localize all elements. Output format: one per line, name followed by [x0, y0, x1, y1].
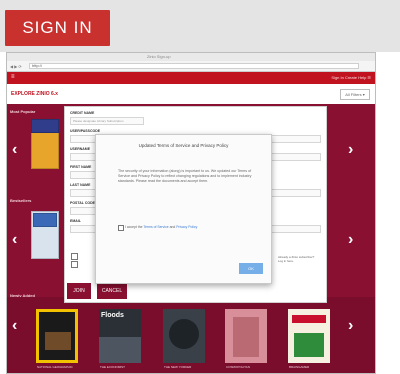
- magazine-braingamer[interactable]: [288, 309, 330, 363]
- join-button[interactable]: JOIN: [67, 283, 91, 299]
- cover-art: [45, 332, 71, 350]
- browser-nav-icons[interactable]: ◀ ▶ ⟳: [10, 64, 22, 69]
- browser-url-field[interactable]: http://: [29, 63, 359, 69]
- magazine-cover-band: [33, 213, 57, 227]
- form-label: USER/PASSCODE: [70, 129, 101, 133]
- form-label: POSTAL CODE: [70, 201, 95, 205]
- cover-art: [233, 317, 259, 357]
- browser-tab-title: Zinio Sign-up: [147, 54, 171, 59]
- cover-art: [294, 333, 324, 357]
- modal-title: Updated Terms of Service and Privacy Pol…: [138, 143, 229, 148]
- right-arrow-icon[interactable]: ›: [348, 231, 353, 249]
- section-label-bestsellers: Bestsellers: [10, 198, 32, 203]
- cover-band: [292, 315, 326, 323]
- app-header: ≡ Sign In Create Help ☰: [7, 72, 375, 84]
- filter-dropdown[interactable]: All Filters ▾: [340, 89, 370, 100]
- magazine-new-yorker[interactable]: [163, 309, 205, 363]
- sign-in-button[interactable]: SIGN IN: [5, 10, 110, 46]
- modal-body-text: The security of your information (along)…: [118, 169, 252, 183]
- magazine-caption: THE ECONOMIST: [100, 365, 126, 369]
- magazine-caption: NATIONAL GEOGRAPHIC: [37, 365, 73, 369]
- accept-terms-prefix: I accept the: [125, 225, 144, 229]
- header-links[interactable]: Sign In Create Help ☰: [331, 75, 371, 80]
- form-label: CREDIT NAME: [70, 111, 95, 115]
- cover-art: [99, 337, 141, 363]
- accept-terms-checkbox[interactable]: [118, 225, 124, 231]
- left-arrow-icon[interactable]: ‹: [12, 141, 17, 159]
- form-label: EMAIL: [70, 219, 81, 223]
- cover-art: [169, 319, 199, 349]
- newsletter-checkbox[interactable]: [71, 253, 78, 260]
- login-link[interactable]: Already a Zinio subscriber? Log in here.: [278, 255, 320, 263]
- terms-of-service-link[interactable]: Terms of Service: [143, 225, 168, 229]
- left-arrow-icon[interactable]: ‹: [12, 231, 17, 249]
- magazine-title: Floods: [101, 312, 124, 319]
- magazine-caption: BRAINGAMER: [289, 365, 310, 369]
- privacy-policy-link[interactable]: Privacy Policy: [176, 225, 197, 229]
- left-arrow-icon[interactable]: ‹: [12, 317, 17, 335]
- magazine-cosmopolitan[interactable]: [225, 309, 267, 363]
- ok-button[interactable]: OK: [239, 263, 263, 274]
- section-label-most-popular: Most Popular: [10, 109, 36, 114]
- terms-modal: Updated Terms of Service and Privacy Pol…: [95, 134, 272, 284]
- browser-titlebar: Zinio Sign-up: [7, 53, 375, 61]
- magazine-national-geographic[interactable]: [36, 309, 78, 363]
- credit-name-input[interactable]: Please designate Library Subscription: [70, 117, 144, 125]
- magazine-caption: COSMOPOLITAN: [226, 365, 250, 369]
- right-arrow-icon[interactable]: ›: [348, 141, 353, 159]
- magazine-economist[interactable]: Floods: [99, 309, 141, 363]
- form-label: USERNAME: [70, 147, 91, 151]
- accept-terms-label: I accept the Terms of Service and Privac…: [125, 225, 197, 229]
- form-label: FIRST NAME: [70, 165, 92, 169]
- offers-checkbox[interactable]: [71, 261, 78, 268]
- right-arrow-icon[interactable]: ›: [348, 317, 353, 335]
- browser-addressbar: ◀ ▶ ⟳ http://: [7, 61, 375, 72]
- magazine-caption: THE NEW YORKER: [164, 365, 192, 369]
- cancel-button[interactable]: CANCEL: [97, 283, 127, 299]
- brand-title: EXPLORE ZINIO 6.x: [11, 91, 58, 97]
- form-label: LAST NAME: [70, 183, 91, 187]
- newly-added-row: ‹ › NATIONAL GEOGRAPHIC Floods THE ECONO…: [7, 297, 375, 373]
- menu-icon[interactable]: ≡: [11, 74, 15, 80]
- sub-header: EXPLORE ZINIO 6.x All Filters ▾: [7, 84, 375, 104]
- magazine-cover-band: [31, 119, 59, 133]
